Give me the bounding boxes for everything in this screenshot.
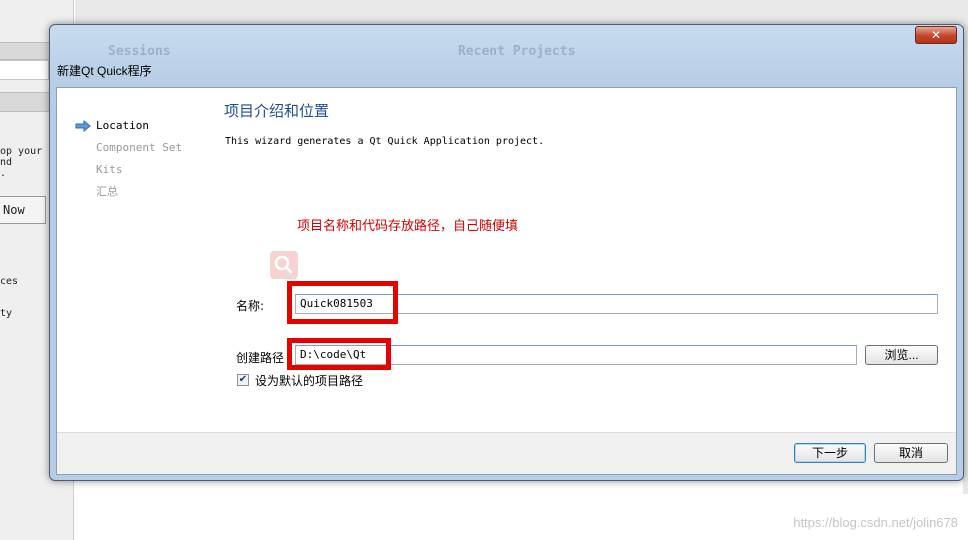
- step-label: Component Set: [96, 141, 183, 154]
- step-label: Kits: [96, 163, 123, 176]
- background-header: [75, 0, 968, 24]
- step-kits: Kits: [75, 162, 182, 184]
- default-path-checkbox[interactable]: ✔: [237, 374, 249, 386]
- wizard-steps: Location Component Set Kits 汇总: [75, 118, 182, 206]
- checkmark-icon: ✔: [238, 374, 248, 385]
- step-summary: 汇总: [75, 184, 182, 206]
- arrow-right-icon: [75, 120, 91, 132]
- step-label: 汇总: [96, 185, 118, 198]
- close-button[interactable]: ✕: [915, 26, 957, 44]
- page-title: 项目介绍和位置: [224, 102, 330, 120]
- browse-button[interactable]: 浏览...: [865, 345, 938, 365]
- close-icon: ✕: [930, 28, 942, 42]
- background-text: ces: [0, 276, 19, 287]
- step-component-set: Component Set: [75, 140, 182, 162]
- next-button[interactable]: 下一步: [794, 443, 866, 463]
- default-path-label: 设为默认的项目路径: [255, 374, 364, 388]
- step-label: Location: [96, 119, 149, 132]
- wizard-description: This wizard generates a Qt Quick Applica…: [225, 136, 545, 147]
- path-label: 创建路径: [236, 351, 285, 365]
- background-text: ty: [0, 308, 13, 319]
- background-tab-sessions: Sessions: [108, 44, 171, 59]
- cancel-button[interactable]: 取消: [874, 443, 948, 463]
- dialog-footer: 下一步 取消: [57, 432, 956, 474]
- background-text: op your nd .: [0, 146, 43, 179]
- background-field: [0, 60, 49, 80]
- csdn-watermark: https://blog.csdn.net/jolin678: [793, 515, 958, 530]
- name-highlight-box: [287, 281, 398, 324]
- dialog-title: 新建Qt Quick程序: [57, 64, 152, 78]
- new-project-dialog: Sessions Recent Projects 新建Qt Quick程序 ✕ …: [49, 24, 964, 481]
- background-tab-recent-projects: Recent Projects: [458, 44, 576, 59]
- step-location: Location: [75, 118, 182, 140]
- path-highlight-box: [287, 338, 391, 370]
- search-watermark-icon: [270, 251, 298, 279]
- dialog-body: Location Component Set Kits 汇总 项目介绍和位置 T…: [56, 87, 957, 475]
- annotation-text: 项目名称和代码存放路径，自己随便填: [297, 219, 519, 234]
- name-label: 名称:: [236, 299, 265, 313]
- background-button[interactable]: Now: [0, 196, 46, 224]
